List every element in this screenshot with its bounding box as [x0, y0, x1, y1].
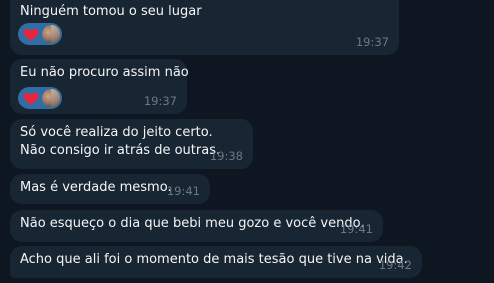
- message-text: Só você realiza do jeito certo.: [20, 125, 213, 140]
- message-time: 19:41: [339, 222, 373, 236]
- message-text: Acho que ali foi o momento de mais tesão…: [20, 252, 408, 267]
- message-time: 19:41: [166, 184, 200, 198]
- reactor-avatar: [42, 25, 60, 43]
- message-bubble[interactable]: Mas é verdade mesmo. 19:41: [10, 174, 210, 204]
- message-bubble[interactable]: Acho que ali foi o momento de mais tesão…: [10, 246, 422, 278]
- heart-icon: [23, 92, 39, 105]
- heart-icon: [23, 28, 39, 41]
- message-time: 19:37: [355, 35, 389, 49]
- reaction-badge[interactable]: [18, 87, 62, 109]
- message-bubble[interactable]: Não esqueço o dia que bebi meu gozo e vo…: [10, 210, 383, 242]
- message-time: 19:42: [378, 258, 412, 272]
- message-bubble[interactable]: Ninguém tomou o seu lugar 19:37: [10, 0, 399, 55]
- reaction-badge[interactable]: [18, 23, 62, 45]
- chat-area: Ninguém tomou o seu lugar 19:37 Eu não p…: [0, 0, 494, 283]
- message-text: Não esqueço o dia que bebi meu gozo e vo…: [20, 216, 365, 231]
- message-text: Ninguém tomou o seu lugar: [20, 4, 202, 19]
- message-bubble[interactable]: Só você realiza do jeito certo. Não cons…: [10, 119, 253, 169]
- message-time: 19:38: [209, 149, 243, 163]
- message-bubble[interactable]: Eu não procuro assim não 19:37: [10, 59, 189, 114]
- message-text: Eu não procuro assim não: [20, 65, 189, 80]
- message-time: 19:37: [143, 94, 177, 108]
- reactor-avatar: [42, 89, 60, 107]
